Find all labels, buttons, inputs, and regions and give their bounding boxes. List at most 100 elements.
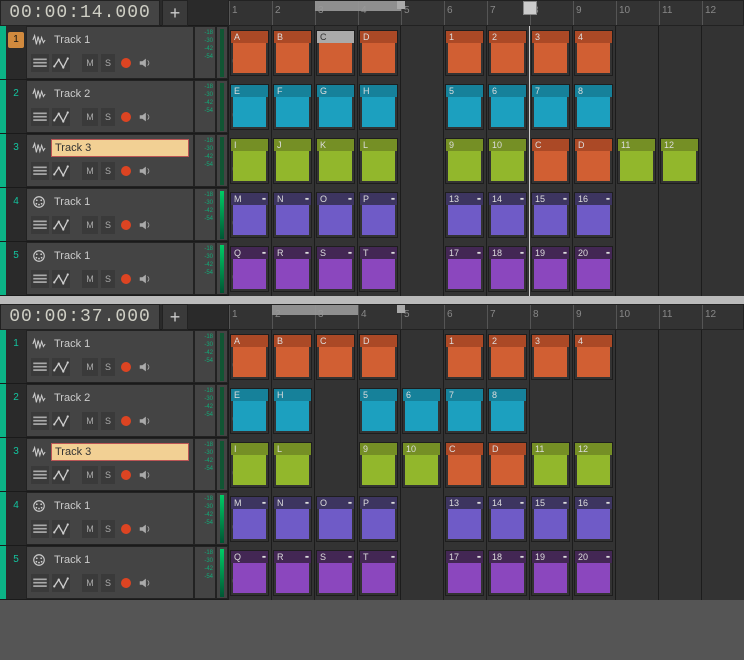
clip-header[interactable]: 7	[446, 389, 483, 401]
clip-body[interactable]	[319, 205, 352, 235]
clip[interactable]: 1	[445, 30, 484, 76]
timeline-ruler[interactable]: 1 2 3 4 5 6 7 8 9 10 11 12	[228, 0, 744, 26]
clip[interactable]: 13▪▪	[445, 496, 484, 542]
clip[interactable]: H	[359, 84, 398, 130]
clip-header[interactable]: 15▪▪	[532, 193, 569, 205]
solo-button[interactable]: S	[101, 520, 115, 538]
clip[interactable]: 6	[402, 388, 441, 434]
clip-body[interactable]	[491, 509, 524, 539]
clip[interactable]: 15▪▪	[531, 192, 570, 238]
speaker-icon[interactable]	[137, 575, 153, 591]
clip-body[interactable]	[362, 259, 395, 289]
clip-header[interactable]: F	[274, 85, 311, 97]
mute-button[interactable]: M	[82, 216, 98, 234]
clip-header[interactable]: I	[231, 139, 268, 151]
clip-body[interactable]	[362, 509, 395, 539]
clip-header[interactable]: 17▪▪	[446, 247, 483, 259]
clip[interactable]: I	[230, 442, 269, 488]
clip-body[interactable]	[534, 97, 567, 127]
clip[interactable]: E	[230, 388, 269, 434]
list-icon[interactable]	[31, 270, 49, 288]
clip[interactable]: 3	[531, 334, 570, 380]
automation-icon[interactable]	[52, 54, 70, 72]
clip-body[interactable]	[319, 259, 352, 289]
clip-body[interactable]	[233, 509, 266, 539]
solo-button[interactable]: S	[101, 358, 115, 376]
track-name-input[interactable]: Track 2	[51, 85, 189, 103]
clip-body[interactable]	[534, 259, 567, 289]
clip-header[interactable]: 17▪▪	[446, 551, 483, 563]
clip-header[interactable]: 16▪▪	[575, 193, 612, 205]
clip[interactable]: 5	[445, 84, 484, 130]
loop-flag[interactable]	[397, 305, 405, 313]
clip[interactable]: I	[230, 138, 269, 184]
automation-icon[interactable]	[52, 520, 70, 538]
mute-button[interactable]: M	[82, 574, 98, 592]
clip-header[interactable]: 10	[489, 139, 526, 151]
clip[interactable]: 3	[531, 30, 570, 76]
list-icon[interactable]	[31, 466, 49, 484]
clip-header[interactable]: L	[274, 443, 311, 455]
clip[interactable]: S▪▪	[316, 550, 355, 596]
clip[interactable]: 7	[445, 388, 484, 434]
list-icon[interactable]	[31, 412, 49, 430]
clip-header[interactable]: N▪▪	[274, 193, 311, 205]
clip-header[interactable]: 1	[446, 31, 483, 43]
mute-button[interactable]: M	[82, 520, 98, 538]
clip-body[interactable]	[577, 97, 610, 127]
clip-body[interactable]	[233, 205, 266, 235]
clip-header[interactable]: 13▪▪	[446, 193, 483, 205]
playhead-line[interactable]	[529, 26, 530, 296]
clip-header[interactable]: 19▪▪	[532, 551, 569, 563]
clip-body[interactable]	[534, 455, 567, 485]
clip[interactable]: 20▪▪	[574, 550, 613, 596]
clip[interactable]: 19▪▪	[531, 246, 570, 292]
track-name-input[interactable]: Track 1	[51, 247, 189, 265]
clip-header[interactable]: 11	[532, 443, 569, 455]
clip[interactable]: N▪▪	[273, 496, 312, 542]
list-icon[interactable]	[31, 216, 49, 234]
list-icon[interactable]	[31, 54, 49, 72]
clip-header[interactable]: D	[360, 31, 397, 43]
clip-body[interactable]	[362, 43, 395, 73]
clip-body[interactable]	[448, 401, 481, 431]
automation-icon[interactable]	[52, 358, 70, 376]
clip-header[interactable]: 6	[403, 389, 440, 401]
clip-header[interactable]: O▪▪	[317, 193, 354, 205]
clip-header[interactable]: 18▪▪	[489, 247, 526, 259]
clip[interactable]: 17▪▪	[445, 550, 484, 596]
solo-button[interactable]: S	[101, 466, 115, 484]
clip[interactable]: D	[488, 442, 527, 488]
clip[interactable]: G	[316, 84, 355, 130]
clip-body[interactable]	[448, 97, 481, 127]
clip[interactable]: M▪▪	[230, 496, 269, 542]
clip-header[interactable]: 5	[446, 85, 483, 97]
clip-header[interactable]: M▪▪	[231, 497, 268, 509]
clip-header[interactable]: 12	[575, 443, 612, 455]
clip-body[interactable]	[276, 401, 309, 431]
list-icon[interactable]	[31, 162, 49, 180]
speaker-icon[interactable]	[137, 413, 153, 429]
clips-viewport[interactable]: dB dB dB dB dB A B C D 1 2	[228, 26, 744, 296]
clip[interactable]: L	[359, 138, 398, 184]
clip-body[interactable]	[534, 43, 567, 73]
clip-body[interactable]	[491, 347, 524, 377]
clip-body[interactable]	[276, 151, 309, 181]
clip[interactable]: 17▪▪	[445, 246, 484, 292]
speaker-icon[interactable]	[137, 55, 153, 71]
clip[interactable]: 6	[488, 84, 527, 130]
clip[interactable]: 18▪▪	[488, 246, 527, 292]
list-icon[interactable]	[31, 574, 49, 592]
list-icon[interactable]	[31, 358, 49, 376]
clip-header[interactable]: 16▪▪	[575, 497, 612, 509]
clip-header[interactable]: 10	[403, 443, 440, 455]
clip-body[interactable]	[491, 259, 524, 289]
clip[interactable]: 14▪▪	[488, 496, 527, 542]
record-button[interactable]	[118, 467, 134, 483]
clip[interactable]: 12	[574, 442, 613, 488]
clip-body[interactable]	[534, 509, 567, 539]
clip-body[interactable]	[491, 97, 524, 127]
clip[interactable]: 10	[488, 138, 527, 184]
clip-body[interactable]	[276, 259, 309, 289]
clip-body[interactable]	[405, 401, 438, 431]
